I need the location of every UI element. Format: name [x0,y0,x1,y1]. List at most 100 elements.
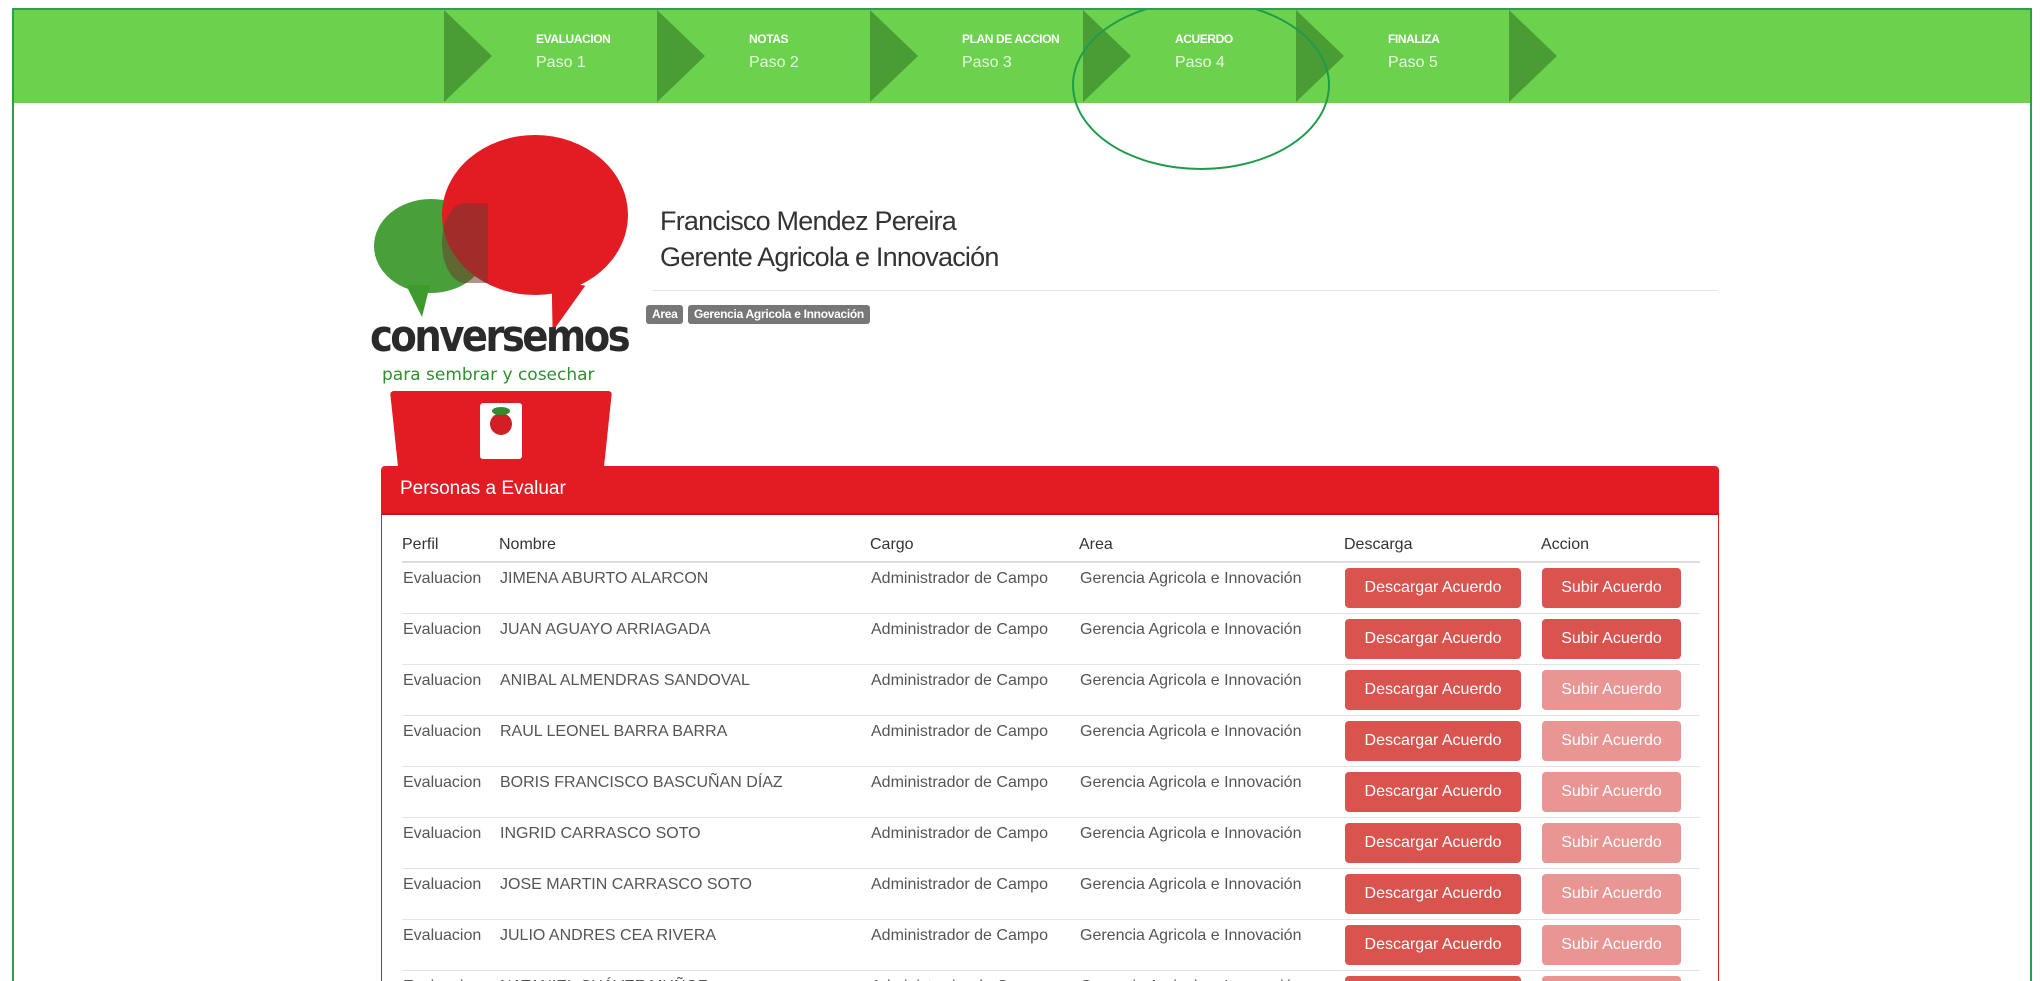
upload-agreement-button[interactable]: Subir Acuerdo [1542,669,1681,710]
cell-accion: Subir Acuerdo [1541,714,1700,766]
upload-agreement-button[interactable]: Subir Acuerdo [1542,720,1681,761]
cell-perfil: Evaluacion [402,918,499,970]
column-header-nombre: Nombre [499,529,870,563]
cell-area: Gerencia Agricola e Innovación [1079,969,1344,981]
progress-stepper: EVALUACION Paso 1 NOTAS Paso 2 PLAN DE A… [14,10,2030,103]
cell-nombre: NATANIEL CHÁVEZ MUÑOZ [499,969,870,981]
badge-fruit [490,413,512,435]
table-row: Evaluacion INGRID CARRASCO SOTO Administra… [402,816,1700,868]
table-row: Evaluacion JULIO ANDRES CEA RIVERA Adminis… [402,918,1700,970]
bubble-overlap [442,203,488,283]
cell-perfil: Evaluacion [402,612,499,664]
current-step-highlight [1072,10,1330,170]
column-header-accion: Accion [1541,529,1700,563]
upload-agreement-button[interactable]: Subir Acuerdo [1542,822,1681,863]
step-title: NOTAS [749,32,789,46]
cell-area: Gerencia Agricola e Innovación [1079,663,1344,715]
cell-perfil: Evaluacion [402,816,499,868]
upload-agreement-button[interactable]: Subir Acuerdo [1542,975,1681,981]
badge-leaf [492,407,510,415]
cell-area: Gerencia Agricola e Innovación [1079,561,1344,613]
download-agreement-button[interactable]: Descargar Acuerdo [1345,720,1521,761]
upload-agreement-button[interactable]: Subir Acuerdo [1542,771,1681,812]
column-header-descarga: Descarga [1344,529,1541,563]
cell-perfil: Evaluacion [402,663,499,715]
upload-agreement-button[interactable]: Subir Acuerdo [1542,568,1681,608]
cell-descarga: Descargar Acuerdo [1344,714,1541,766]
cell-accion: Subir Acuerdo [1541,867,1700,919]
table-row: EvaluacionNATANIEL CHÁVEZ MUÑOZAdministr… [402,969,1700,981]
cell-nombre: JIMENA ABURTO ALARCON [499,561,870,613]
cell-cargo: Administrador de Campo [870,714,1079,766]
cell-cargo: Administrador de Campo [870,663,1079,715]
cell-accion: Subir Acuerdo [1541,561,1700,613]
download-agreement-button[interactable]: Descargar Acuerdo [1345,771,1521,812]
cell-cargo: Administrador de Campo [870,867,1079,919]
step-subtitle: Paso 3 [962,54,1012,71]
step-arrow-icon [870,10,918,102]
step-notas[interactable]: NOTAS Paso 2 [657,10,870,103]
cell-perfil: Evaluacion [402,561,499,613]
table-body: Evaluacion JIMENA ABURTO ALARCON Administr… [402,561,1700,981]
cell-accion: Subir Acuerdo [1541,663,1700,715]
download-agreement-button[interactable]: Descargar Acuerdo [1345,568,1521,608]
column-header-cargo: Cargo [870,529,1079,563]
logo-brand-text: conversemos [370,311,631,362]
download-agreement-button[interactable]: Descargar Acuerdo [1345,669,1521,710]
cell-nombre: JOSE MARTIN CARRASCO SOTO [499,867,870,919]
step-subtitle: Paso 1 [536,54,586,71]
people-table: Perfil Nombre Cargo Area Descarga Accion… [402,529,1700,981]
cell-accion: Subir Acuerdo [1541,765,1700,817]
cell-perfil: Evaluacion [402,867,499,919]
table-header-row: Perfil Nombre Cargo Area Descarga Accion [402,529,1700,563]
cell-area: Gerencia Agricola e Innovación [1079,612,1344,664]
cell-perfil: Evaluacion [402,969,499,981]
cell-nombre: RAUL LEONEL BARRA BARRA [499,714,870,766]
step-plan-de-accion[interactable]: PLAN DE ACCION Paso 3 [870,10,1083,103]
cell-cargo: Administrador de Campo [870,561,1079,613]
upload-agreement-button[interactable]: Subir Acuerdo [1542,924,1681,965]
step-title: PLAN DE ACCION [962,32,1060,46]
cell-area: Gerencia Agricola e Innovación [1079,765,1344,817]
step-arrow-icon [657,10,705,102]
step-subtitle: Paso 5 [1388,54,1438,71]
company-badge-icon [480,403,522,459]
step-title: FINALIZA [1388,32,1440,46]
step-evaluacion[interactable]: EVALUACION Paso 1 [444,10,657,103]
download-agreement-button[interactable]: Descargar Acuerdo [1345,618,1521,659]
cell-cargo: Administrador de Campo [870,765,1079,817]
download-agreement-button[interactable]: Descargar Acuerdo [1345,822,1521,863]
area-label-badge: Area [646,305,684,324]
cell-accion: Subir Acuerdo [1541,612,1700,664]
cell-accion: Subir Acuerdo [1541,816,1700,868]
download-agreement-button[interactable]: Descargar Acuerdo [1345,975,1521,981]
step-title: EVALUACION [536,32,611,46]
cell-descarga: Descargar Acuerdo [1344,612,1541,664]
download-agreement-button[interactable]: Descargar Acuerdo [1345,873,1521,914]
panel-title: Personas a Evaluar [382,467,1718,515]
cell-area: Gerencia Agricola e Innovación [1079,867,1344,919]
upload-agreement-button[interactable]: Subir Acuerdo [1542,618,1681,659]
cell-accion: Subir Acuerdo [1541,918,1700,970]
step-end-arrow-icon [1509,10,1557,102]
cell-descarga: Descargar Acuerdo [1344,765,1541,817]
cell-cargo: Administrador de Campo [870,816,1079,868]
evaluation-panel: Personas a Evaluar Perfil Nombre Cargo A… [381,466,1719,981]
cell-nombre: INGRID CARRASCO SOTO [499,816,870,868]
cell-perfil: Evaluacion [402,714,499,766]
user-name: Francisco Mendez Pereira [660,206,957,236]
cell-accion: Subir Acuerdo [1541,969,1700,981]
upload-agreement-button[interactable]: Subir Acuerdo [1542,873,1681,914]
download-agreement-button[interactable]: Descargar Acuerdo [1345,924,1521,965]
cell-descarga: Descargar Acuerdo [1344,816,1541,868]
cell-cargo: Administrador de Campo [870,969,1079,981]
conversemos-logo: conversemos para sembrar y cosechar [368,123,631,475]
area-value-badge: Gerencia Agricola e Innovación [688,305,870,324]
cell-perfil: Evaluacion [402,765,499,817]
cell-cargo: Administrador de Campo [870,612,1079,664]
cell-area: Gerencia Agricola e Innovación [1079,816,1344,868]
cell-nombre: BORIS FRANCISCO BASCUÑAN DÍAZ [499,765,870,817]
step-arrow-icon [444,10,492,102]
logo-tagline: para sembrar y cosechar [382,365,595,385]
column-header-perfil: Perfil [402,529,499,563]
